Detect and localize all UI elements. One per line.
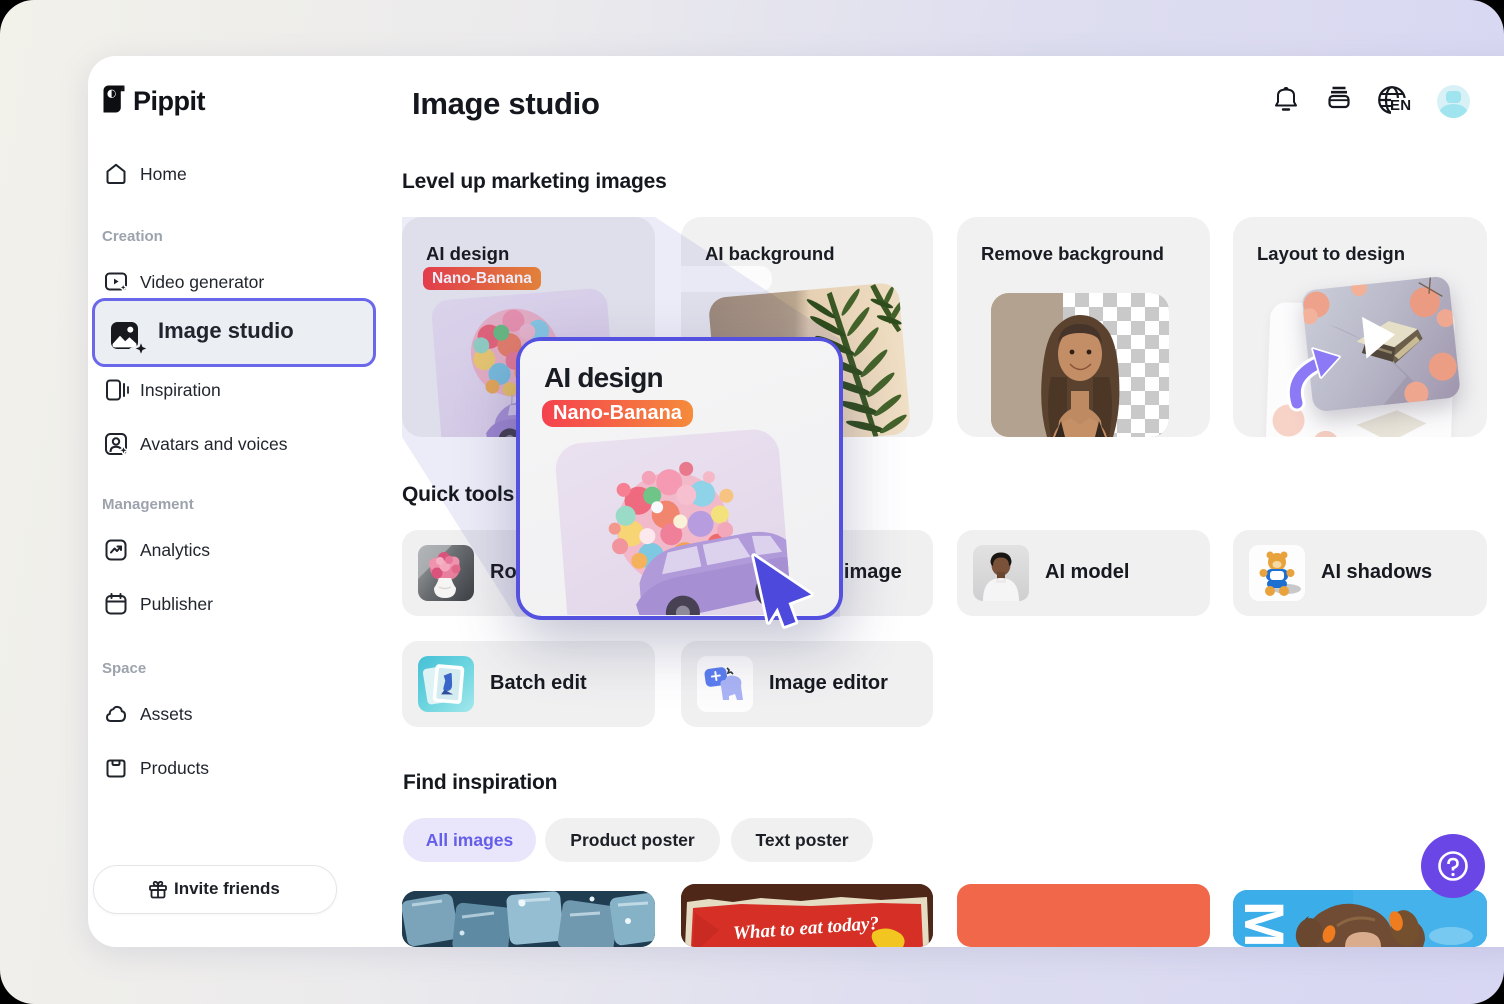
svg-text:M: M: [1233, 901, 1296, 947]
